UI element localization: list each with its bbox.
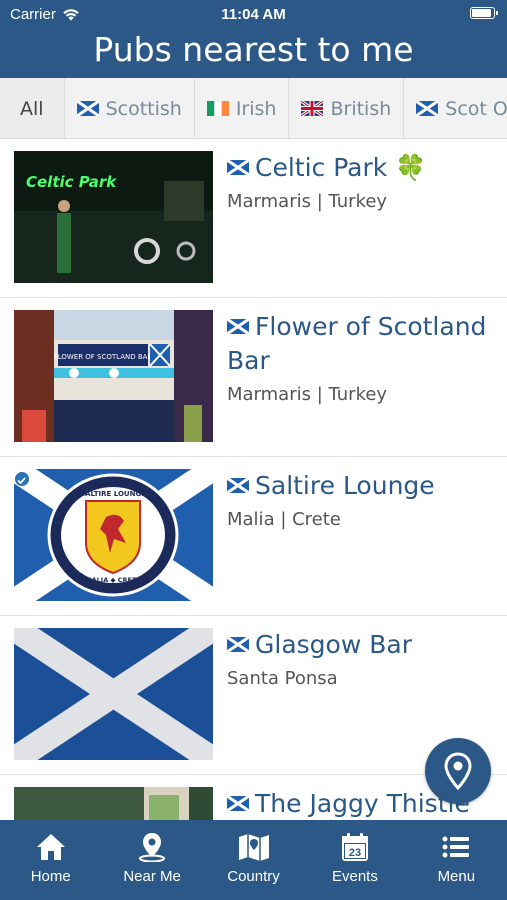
filter-tabs: All Scottish Irish British Scot Owne [0, 78, 507, 139]
menu-list-icon [442, 836, 470, 858]
header-bar: Carrier 11:04 AM Pubs nearest to me [0, 0, 507, 78]
saltire-flag-icon [227, 637, 249, 652]
tab-british-label: British [330, 97, 392, 120]
bottom-nav: Home Near Me Country 23 Events Menu [0, 820, 507, 900]
saltire-flag-icon [227, 796, 249, 811]
map-view-button[interactable] [425, 738, 491, 804]
pub-photo-saltire-lounge: SALTIRE LOUNGE MALIA ◆ CRETE [14, 469, 213, 601]
badge-top-text: SALTIRE LOUNGE [80, 490, 146, 498]
shamrock-icon: 🍀 [395, 153, 427, 182]
home-icon [36, 834, 65, 860]
saltire-flag-icon [76, 101, 99, 116]
pub-name: Glasgow Bar [227, 628, 502, 662]
neon-sign-text: Celtic Park [26, 173, 117, 191]
nav-near-me[interactable]: Near Me [101, 820, 202, 900]
pub-photo-glasgow-bar [14, 628, 213, 760]
status-time: 11:04 AM [221, 6, 286, 23]
calendar-icon: 23 [341, 833, 368, 861]
pub-name: Celtic Park 🍀 [227, 151, 502, 185]
pub-list: Celtic Park Celtic Park 🍀 Marmaris | Tur… [0, 139, 507, 820]
nav-near-me-label: Near Me [123, 868, 181, 885]
pub-name-text: Glasgow Bar [255, 630, 412, 659]
pub-location: Marmaris | Turkey [227, 384, 388, 405]
tab-scottish-label: Scottish [105, 97, 182, 120]
nav-events[interactable]: 23 Events [304, 820, 405, 900]
calendar-day: 23 [349, 847, 361, 859]
pub-photo-celtic-park: Celtic Park [14, 151, 213, 283]
pub-info: Saltire Lounge Malia | Crete [227, 469, 502, 530]
map-icon [238, 834, 269, 861]
selected-check-icon [14, 471, 30, 487]
sign-text: FLOWER OF SCOTLAND BAR [54, 353, 153, 361]
union-jack-icon [301, 101, 324, 116]
irish-flag-icon [206, 101, 229, 116]
pub-name-text: Saltire Lounge [255, 471, 435, 500]
tab-scot-owned[interactable]: Scot Owne [404, 78, 507, 138]
location-pin-icon [139, 833, 166, 862]
nav-home-label: Home [30, 868, 71, 885]
saltire-flag-icon [227, 478, 249, 493]
tab-british[interactable]: British [289, 78, 405, 138]
nav-country[interactable]: Country [203, 820, 304, 900]
saltire-flag-icon [227, 319, 249, 334]
nav-events-label: Events [331, 868, 378, 885]
pub-location: Marmaris | Turkey [227, 191, 388, 212]
location-pin-icon [444, 752, 472, 790]
pub-location: Malia | Crete [227, 509, 341, 530]
saltire-flag-icon [416, 101, 439, 116]
pub-row-saltire-lounge[interactable]: SALTIRE LOUNGE MALIA ◆ CRETE Saltire Lou… [0, 457, 507, 616]
pub-photo-jaggy-thistle [14, 787, 213, 820]
badge-bottom-text: MALIA ◆ CRETE [85, 576, 141, 584]
pub-name: Saltire Lounge [227, 469, 502, 503]
pub-name-text: Flower of Scotland Bar [227, 312, 487, 375]
pub-info: Flower of Scotland Bar Marmaris | Turkey [227, 310, 502, 405]
nav-home[interactable]: Home [0, 820, 101, 900]
tab-scot-owned-label: Scot Owne [445, 97, 507, 120]
pub-name-text: Celtic Park [255, 153, 388, 182]
pub-photo-flower-of-scotland: FLOWER OF SCOTLAND BAR [14, 310, 213, 442]
saltire-flag-icon [227, 160, 249, 175]
pub-location: Santa Ponsa [227, 668, 338, 689]
pub-name: Flower of Scotland Bar [227, 310, 502, 378]
status-bar: Carrier 11:04 AM [0, 0, 507, 28]
page-title: Pubs nearest to me [93, 30, 414, 69]
nav-menu[interactable]: Menu [406, 820, 507, 900]
pub-info: Glasgow Bar Santa Ponsa [227, 628, 502, 689]
pub-row-flower-of-scotland[interactable]: FLOWER OF SCOTLAND BAR Flower of Scotlan… [0, 298, 507, 457]
pub-info: Celtic Park 🍀 Marmaris | Turkey [227, 151, 502, 212]
pub-row-celtic-park[interactable]: Celtic Park Celtic Park 🍀 Marmaris | Tur… [0, 139, 507, 298]
battery-icon [470, 7, 498, 19]
tab-irish[interactable]: Irish [195, 78, 290, 138]
tab-all-label: All [20, 97, 44, 120]
nav-country-label: Country [227, 868, 280, 885]
nav-menu-label: Menu [437, 868, 476, 885]
tab-all[interactable]: All [0, 78, 65, 138]
tab-irish-label: Irish [235, 97, 277, 120]
tab-scottish[interactable]: Scottish [65, 78, 195, 138]
